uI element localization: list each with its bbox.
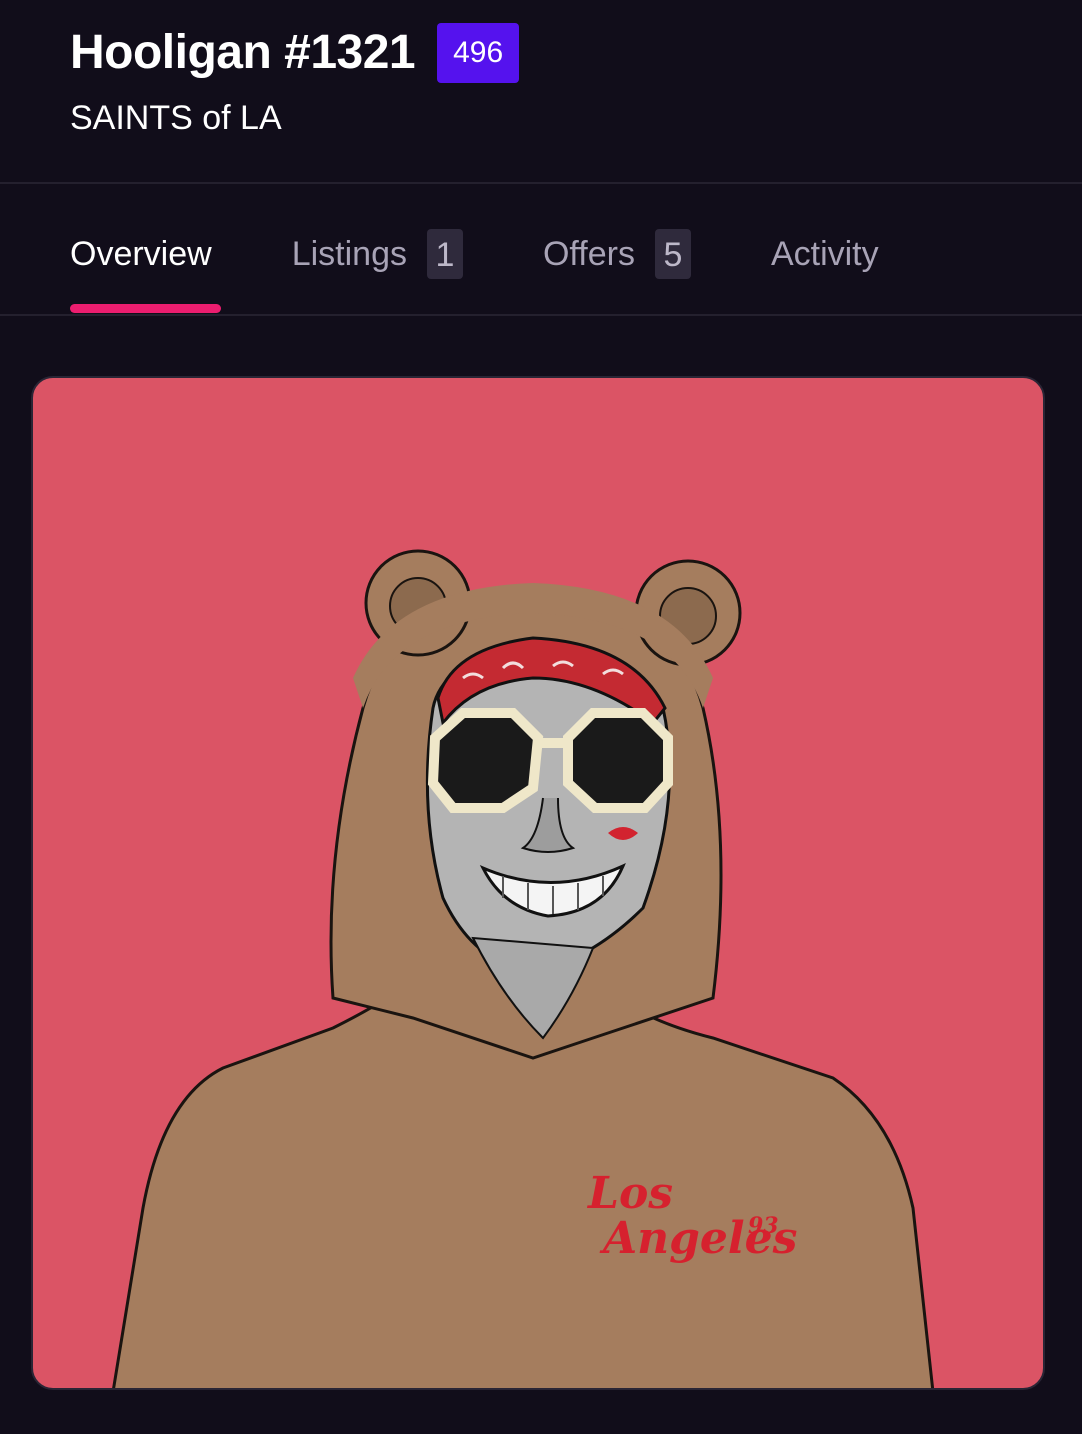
offers-count-badge: 5 bbox=[654, 229, 691, 279]
active-tab-indicator bbox=[70, 304, 221, 313]
tab-row: Overview Listings 1 Offers 5 Activity bbox=[70, 224, 959, 284]
nft-image[interactable]: Los Angeles 93 bbox=[31, 376, 1045, 1390]
tab-activity-label: Activity bbox=[770, 234, 879, 273]
tab-listings-label: Listings bbox=[291, 234, 407, 273]
nft-title: Hooligan #1321 bbox=[70, 26, 416, 79]
tab-offers[interactable]: Offers 5 bbox=[543, 224, 691, 284]
listings-count-badge: 1 bbox=[426, 229, 463, 279]
tab-listings[interactable]: Listings 1 bbox=[292, 224, 463, 284]
tab-activity[interactable]: Activity bbox=[771, 224, 879, 284]
shirt-text-line1: Los bbox=[586, 1168, 673, 1219]
tab-offers-label: Offers bbox=[542, 234, 635, 273]
title-row: Hooligan #1321 496 bbox=[70, 22, 520, 84]
nft-header: Hooligan #1321 496 SAINTS of LA bbox=[0, 0, 1082, 184]
collection-link[interactable]: SAINTS of LA bbox=[70, 96, 282, 140]
rank-badge: 496 bbox=[437, 23, 520, 83]
tab-bar: Overview Listings 1 Offers 5 Activity bbox=[0, 184, 1082, 316]
tab-overview-label: Overview bbox=[70, 234, 212, 273]
nft-artwork: Los Angeles 93 bbox=[112, 549, 935, 1388]
shirt-text-number: 93 bbox=[748, 1213, 779, 1239]
tab-overview[interactable]: Overview bbox=[70, 224, 212, 284]
